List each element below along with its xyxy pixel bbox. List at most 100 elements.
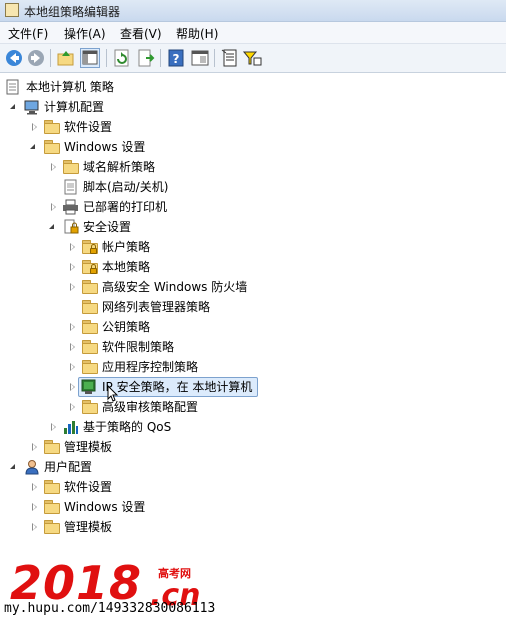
- menu-help[interactable]: 帮助(H): [176, 25, 218, 42]
- app-icon: [5, 3, 19, 17]
- collapse-arrow-icon[interactable]: [10, 104, 15, 109]
- expand-arrow-icon[interactable]: [70, 343, 75, 351]
- folder-icon: [44, 140, 60, 154]
- tree-label: 用户配置: [44, 460, 93, 474]
- folder-icon: [63, 160, 79, 174]
- expand-arrow-icon[interactable]: [32, 483, 37, 491]
- policy-document-icon[interactable]: [220, 48, 240, 68]
- tree-label: IP 安全策略，在 本地计算机: [102, 380, 253, 394]
- expand-arrow-icon[interactable]: [70, 243, 75, 251]
- expand-arrow-icon[interactable]: [70, 283, 75, 291]
- title-bar: 本地组策略编辑器: [0, 0, 506, 22]
- collapse-arrow-icon[interactable]: [10, 464, 15, 469]
- tree-node-public-key[interactable]: 公钥策略: [0, 317, 506, 337]
- folder-icon: [82, 320, 98, 334]
- tree-node-deployed-printers[interactable]: 已部署的打印机: [0, 197, 506, 217]
- up-folder-icon[interactable]: [56, 48, 76, 68]
- collapse-arrow-icon[interactable]: [49, 224, 54, 229]
- tree-label: 网络列表管理器策略: [102, 300, 211, 314]
- folder-icon: [44, 440, 60, 454]
- watermark-url: my.hupu.com/149332830086113: [4, 601, 216, 616]
- menu-action[interactable]: 操作(A): [64, 25, 106, 42]
- folder-icon: [82, 400, 98, 414]
- refresh-icon[interactable]: [112, 48, 132, 68]
- back-icon[interactable]: [4, 48, 24, 68]
- expand-arrow-icon[interactable]: [32, 503, 37, 511]
- tree-node-admin-templates[interactable]: 管理模板: [0, 437, 506, 457]
- svg-text:?: ?: [173, 52, 180, 66]
- expand-arrow-icon[interactable]: [32, 123, 37, 131]
- tree-node-qos[interactable]: 基于策略的 QoS: [0, 417, 506, 437]
- tree-node-advanced-audit[interactable]: 高级审核策略配置: [0, 397, 506, 417]
- folder-icon: [44, 120, 60, 134]
- folder-icon: [44, 500, 60, 514]
- tree-label: 应用程序控制策略: [102, 360, 199, 374]
- expand-arrow-icon[interactable]: [70, 403, 75, 411]
- tree-node-app-control[interactable]: 应用程序控制策略: [0, 357, 506, 377]
- expand-arrow-icon[interactable]: [51, 423, 56, 431]
- expand-arrow-icon[interactable]: [32, 443, 37, 451]
- tree-label: 本地策略: [102, 260, 151, 274]
- properties-view-icon[interactable]: [190, 48, 210, 68]
- tree-node-user-config[interactable]: 用户配置: [0, 457, 506, 477]
- computer-icon: [24, 100, 39, 115]
- tree-node-software-restriction[interactable]: 软件限制策略: [0, 337, 506, 357]
- expand-arrow-icon[interactable]: [70, 383, 75, 391]
- tree-node-firewall[interactable]: 高级安全 Windows 防火墙: [0, 277, 506, 297]
- tree-label: 帐户策略: [102, 240, 151, 254]
- user-icon: [25, 460, 39, 475]
- tree-node-root[interactable]: 本地计算机 策略: [0, 77, 506, 97]
- window-title: 本地组策略编辑器: [24, 5, 121, 19]
- tree-label: 已部署的打印机: [83, 200, 168, 214]
- menu-file[interactable]: 文件(F): [8, 25, 48, 42]
- folder-icon: [82, 340, 98, 354]
- tree-label: 脚本(启动/关机): [83, 180, 169, 194]
- tree-node-account-policies[interactable]: 帐户策略: [0, 237, 506, 257]
- security-settings-icon: [64, 219, 79, 234]
- tree-label: 公钥策略: [102, 320, 151, 334]
- tree-label: 管理模板: [64, 520, 113, 534]
- policy-tree: 本地计算机 策略 计算机配置 软件设置 Windows 设置 域名解析策略 脚本…: [0, 73, 506, 543]
- show-hide-tree-icon[interactable]: [80, 48, 100, 68]
- tree-label: 软件设置: [64, 120, 113, 134]
- menu-view[interactable]: 查看(V): [120, 25, 162, 42]
- tree-label: 软件限制策略: [102, 340, 175, 354]
- expand-arrow-icon[interactable]: [70, 363, 75, 371]
- filter-icon[interactable]: [242, 48, 262, 68]
- lock-icon: [90, 264, 97, 274]
- tree-label: 基于策略的 QoS: [83, 420, 172, 434]
- tree-node-user-admin-templates[interactable]: 管理模板: [0, 517, 506, 537]
- tree-node-name-resolution-policy[interactable]: 域名解析策略: [0, 157, 506, 177]
- tree-label: 域名解析策略: [83, 160, 156, 174]
- export-list-icon[interactable]: [136, 48, 156, 68]
- folder-icon: [44, 480, 60, 494]
- folder-icon: [82, 300, 98, 314]
- tree-label: 安全设置: [83, 220, 132, 234]
- expand-arrow-icon[interactable]: [51, 203, 56, 211]
- policy-document-icon: [6, 79, 19, 95]
- folder-icon: [82, 280, 98, 294]
- tree-label: 高级审核策略配置: [102, 400, 199, 414]
- expand-arrow-icon[interactable]: [70, 323, 75, 331]
- tree-label: 计算机配置: [44, 100, 105, 114]
- expand-arrow-icon[interactable]: [32, 523, 37, 531]
- collapse-arrow-icon[interactable]: [30, 144, 35, 149]
- tree-node-software-settings[interactable]: 软件设置: [0, 117, 506, 137]
- tree-node-security-settings[interactable]: 安全设置: [0, 217, 506, 237]
- tree-node-ip-security[interactable]: IP 安全策略，在 本地计算机: [0, 377, 506, 402]
- tree-node-local-policies[interactable]: 本地策略: [0, 257, 506, 277]
- help-icon[interactable]: ?: [166, 48, 186, 68]
- tree-node-computer-config[interactable]: 计算机配置: [0, 97, 506, 117]
- tree-label: 软件设置: [64, 480, 113, 494]
- tree-label: 管理模板: [64, 440, 113, 454]
- expand-arrow-icon[interactable]: [51, 163, 56, 171]
- expand-arrow-icon[interactable]: [70, 263, 75, 271]
- tree-node-network-list[interactable]: 网络列表管理器策略: [0, 297, 506, 317]
- tree-node-user-windows-settings[interactable]: Windows 设置: [0, 497, 506, 517]
- tree-node-user-software-settings[interactable]: 软件设置: [0, 477, 506, 497]
- tree-node-scripts[interactable]: 脚本(启动/关机): [0, 177, 506, 197]
- forward-icon[interactable]: [26, 48, 46, 68]
- bar-chart-icon: [64, 421, 78, 434]
- folder-icon: [44, 520, 60, 534]
- tree-node-windows-settings[interactable]: Windows 设置: [0, 137, 506, 157]
